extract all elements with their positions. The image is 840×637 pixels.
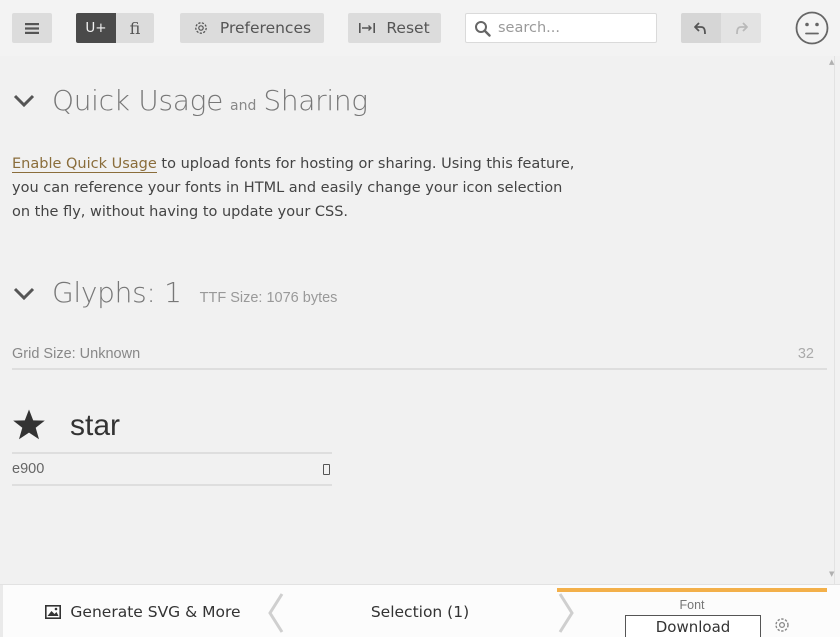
font-tab[interactable]: Font Download: [557, 588, 827, 637]
star-icon: [13, 409, 45, 440]
scroll-down-arrow-icon[interactable]: ▼: [829, 570, 834, 578]
collapse-quick-usage-chevron-icon[interactable]: [13, 94, 35, 108]
preferences-button[interactable]: Preferences: [180, 13, 324, 43]
grid-size-value: 32: [797, 346, 814, 362]
menu-icon: [25, 22, 39, 34]
copy-code-icon[interactable]: [323, 464, 330, 475]
bottom-bar: Generate SVG & More Selection (1) Font D…: [0, 584, 840, 637]
glyph-code-row: e900: [12, 454, 332, 486]
reset-label: Reset: [386, 19, 430, 37]
gear-icon: [193, 20, 209, 36]
scroll-up-arrow-icon[interactable]: ▲: [829, 58, 834, 66]
glyph-label-toggle: U+ fi: [76, 13, 154, 43]
desc-line-2: you can reference your fonts in HTML and…: [12, 180, 563, 196]
glyphs-heading: Glyphs: 1 TTF Size: 1076 bytes: [52, 276, 337, 309]
generate-svg-button[interactable]: Generate SVG & More: [12, 585, 274, 637]
grid-size-label: Grid Size: Unknown: [12, 346, 141, 362]
quick-usage-heading: Quick Usage and Sharing: [52, 84, 368, 117]
search-icon: [475, 20, 491, 37]
collapse-glyphs-chevron-icon[interactable]: [13, 287, 35, 301]
glyph-card-header: star: [12, 404, 332, 454]
ttf-size: TTF Size: 1076 bytes: [199, 290, 338, 306]
left-separator-chevron-icon: [268, 593, 284, 633]
desc-line-1: to upload fonts for hosting or sharing. …: [156, 156, 575, 172]
glyph-code[interactable]: e900: [12, 461, 44, 477]
ligature-toggle-button[interactable]: fi: [116, 13, 154, 43]
scrollbar-track: [834, 56, 835, 584]
glyph-card[interactable]: star e900: [12, 404, 332, 486]
quick-usage-and: and: [230, 98, 257, 114]
sharing-title: Sharing: [263, 84, 368, 117]
unicode-toggle-button[interactable]: U+: [76, 13, 116, 43]
grid-size-row[interactable]: Grid Size: Unknown 32: [12, 344, 827, 370]
menu-button[interactable]: [12, 13, 52, 43]
toolbar: U+ fi Preferences Reset: [0, 0, 840, 56]
preferences-label: Preferences: [219, 19, 312, 37]
glyphs-title: Glyphs: 1: [52, 276, 182, 309]
selection-label: Selection (1): [370, 602, 470, 621]
scrollbar[interactable]: ▲ ▼: [826, 56, 840, 584]
font-label: Font: [679, 598, 705, 612]
redo-button[interactable]: [721, 13, 761, 43]
bottom-bar-edge: [0, 585, 3, 637]
desc-line-3: on the fly, without having to update you…: [12, 204, 349, 220]
search-box: [465, 13, 657, 43]
undo-button[interactable]: [681, 13, 721, 43]
enable-quick-usage-link[interactable]: Enable Quick Usage: [12, 156, 157, 173]
account-face-icon[interactable]: [795, 11, 829, 45]
reset-icon: [359, 22, 376, 34]
redo-icon: [736, 22, 748, 35]
image-icon: [45, 604, 62, 619]
download-button[interactable]: Download: [625, 615, 761, 637]
reset-button[interactable]: Reset: [348, 13, 441, 43]
selection-tab[interactable]: Selection (1): [290, 585, 550, 637]
search-input[interactable]: [498, 20, 648, 36]
undo-icon: [694, 22, 706, 35]
quick-usage-title: Quick Usage: [52, 84, 224, 117]
font-settings-gear-icon[interactable]: [773, 616, 791, 634]
history-controls: [681, 13, 761, 43]
quick-usage-description: Enable Quick Usage to upload fonts for h…: [12, 152, 587, 224]
generate-svg-label: Generate SVG & More: [70, 602, 241, 621]
glyph-name[interactable]: star: [70, 409, 120, 443]
